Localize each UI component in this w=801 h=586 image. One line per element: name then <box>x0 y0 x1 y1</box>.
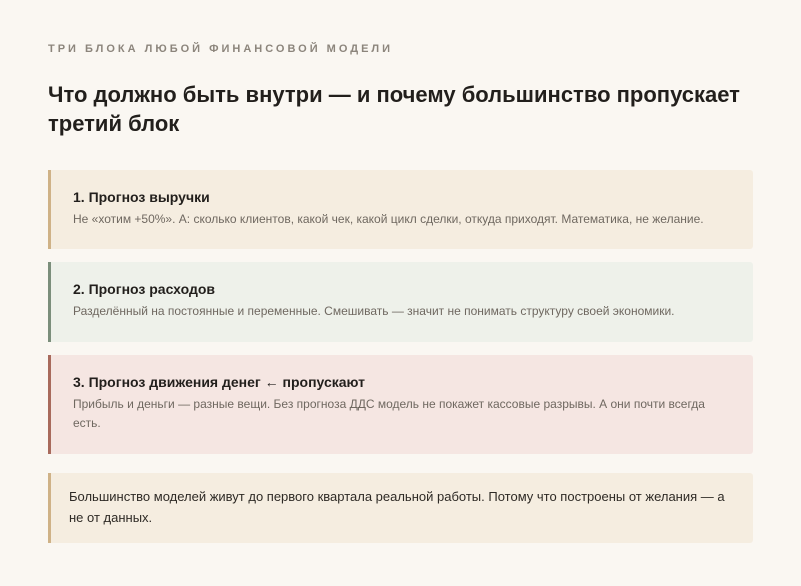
page: ТРИ БЛОКА ЛЮБОЙ ФИНАНСОВОЙ МОДЕЛИ Что до… <box>0 0 801 586</box>
blocks-list: 1. Прогноз выручки Не «хотим +50%». А: с… <box>48 170 753 454</box>
callout-note: Большинство моделей живут до первого ква… <box>48 473 753 543</box>
eyebrow-label: ТРИ БЛОКА ЛЮБОЙ ФИНАНСОВОЙ МОДЕЛИ <box>48 43 394 55</box>
block-text: Прибыль и деньги — разные вещи. Без прог… <box>73 397 705 430</box>
block-text: Разделённый на постоянные и переменные. … <box>73 304 675 318</box>
block-text: Не «хотим +50%». А: сколько клиентов, ка… <box>73 212 704 226</box>
block-title: 1. Прогноз выручки <box>73 189 210 205</box>
block-expense-forecast: 2. Прогноз расходов Разделённый на посто… <box>48 262 753 342</box>
block-cashflow-forecast: 3. Прогноз движения денег ← пропускают П… <box>48 355 753 454</box>
block-revenue-forecast: 1. Прогноз выручки Не «хотим +50%». А: с… <box>48 170 753 249</box>
page-title: Что должно быть внутри — и почему больши… <box>48 82 740 136</box>
block-title: 3. Прогноз движения денег ← пропускают <box>73 374 366 390</box>
block-title: 2. Прогноз расходов <box>73 281 216 297</box>
